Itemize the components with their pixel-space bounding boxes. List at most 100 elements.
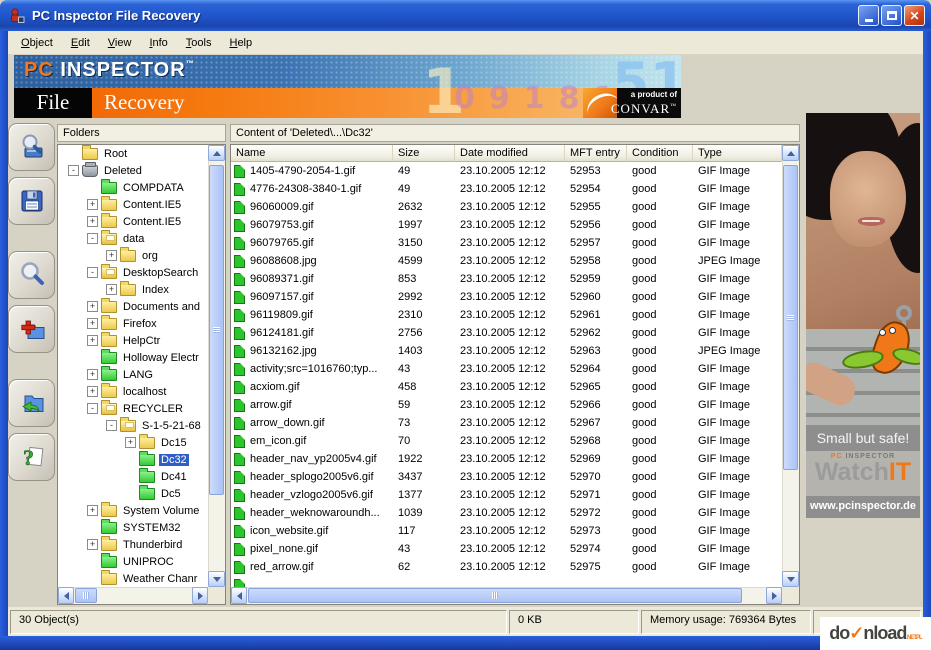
maximize-button[interactable] [881,5,902,26]
restore-button[interactable] [8,379,55,427]
tree-item[interactable]: + Content.IE5 [58,196,208,213]
menu-item[interactable]: Help [220,35,261,51]
tree-item[interactable]: SYSTEM32 [58,519,208,536]
expand-toggle-icon[interactable]: + [87,386,98,397]
title-bar[interactable]: PC Inspector File Recovery ✕ [0,0,931,31]
tree-item[interactable]: + Index [58,281,208,298]
expand-toggle-icon[interactable]: + [106,250,117,261]
scroll-right-button[interactable] [766,587,782,604]
tree-item[interactable]: + Firefox [58,315,208,332]
expand-toggle-icon[interactable]: + [87,369,98,380]
expand-toggle-icon[interactable]: - [87,267,98,278]
tree-item[interactable]: + Content.IE5 [58,213,208,230]
file-row[interactable]: 1405-4790-2054-1.gif 49 23.10.2005 12:12… [231,162,782,180]
file-row[interactable]: header_splogo2005v6.gif 3437 23.10.2005 … [231,468,782,486]
file-row[interactable]: icon_website.gif 117 23.10.2005 12:12 52… [231,522,782,540]
tree-item[interactable]: + Dc15 [58,434,208,451]
menu-item[interactable]: Edit [62,35,99,51]
tree-item[interactable]: + Documents and [58,298,208,315]
tree-item[interactable]: + localhost [58,383,208,400]
file-row[interactable]: 96079753.gif 1997 23.10.2005 12:12 52956… [231,216,782,234]
column-header[interactable]: Type [693,145,782,162]
tree-item[interactable]: + LANG [58,366,208,383]
column-header[interactable]: Date modified [455,145,565,162]
file-row[interactable]: activity;src=1016760;typ... 43 23.10.200… [231,360,782,378]
file-row[interactable]: header_weknowaroundh... 1039 23.10.2005 … [231,504,782,522]
help-button[interactable]: ? [8,433,55,481]
tree-item[interactable]: Dc32 [58,451,208,468]
file-row[interactable]: header_nav_yp2005v4.gif 1922 23.10.2005 … [231,450,782,468]
expand-toggle-icon[interactable]: - [68,165,79,176]
file-row[interactable]: header_vzlogo2005v6.gif 1377 23.10.2005 … [231,486,782,504]
expand-toggle-icon[interactable]: - [87,233,98,244]
tree-item[interactable]: Weather Chanr [58,570,208,587]
file-row[interactable]: 96079765.gif 3150 23.10.2005 12:12 52957… [231,234,782,252]
menu-item[interactable]: Object [12,35,62,51]
file-row[interactable]: 96124181.gif 2756 23.10.2005 12:12 52962… [231,324,782,342]
find-button[interactable] [8,251,55,299]
column-header[interactable]: MFT entry [565,145,627,162]
file-row[interactable]: 96089371.gif 853 23.10.2005 12:12 52959 … [231,270,782,288]
tree-item[interactable]: - data [58,230,208,247]
tree-item[interactable]: + HelpCtr [58,332,208,349]
expand-toggle-icon[interactable]: + [87,505,98,516]
tree-vertical-scrollbar[interactable] [208,145,225,587]
menu-item[interactable]: Tools [177,35,221,51]
scrollbar-thumb[interactable] [783,165,798,470]
list-horizontal-scrollbar[interactable] [231,587,782,604]
expand-toggle-icon[interactable]: + [87,199,98,210]
tree-item[interactable]: - DesktopSearch [58,264,208,281]
file-row[interactable]: 96132162.jpg 1403 23.10.2005 12:12 52963… [231,342,782,360]
scrollbar-thumb[interactable] [209,165,224,495]
file-row[interactable]: em_icon.gif 70 23.10.2005 12:12 52968 go… [231,432,782,450]
tree-item[interactable]: + Thunderbird [58,536,208,553]
expand-toggle-icon[interactable]: + [125,437,136,448]
advertisement-banner[interactable]: Small but safe! PC INSPECTOR WatchIT www… [806,113,920,518]
expand-toggle-icon[interactable]: + [87,318,98,329]
file-row[interactable]: arrow_down.gif 73 23.10.2005 12:12 52967… [231,414,782,432]
tree-item[interactable]: - RECYCLER [58,400,208,417]
scroll-up-button[interactable] [782,145,799,161]
expand-toggle-icon[interactable]: - [87,403,98,414]
file-row[interactable]: 4776-24308-3840-1.gif 49 23.10.2005 12:1… [231,180,782,198]
minimize-button[interactable] [858,5,879,26]
tree-item[interactable]: + System Volume [58,502,208,519]
scroll-left-button[interactable] [231,587,247,604]
column-header[interactable]: Size [393,145,455,162]
tree-item[interactable]: UNIPROC [58,553,208,570]
expand-toggle-icon[interactable]: + [87,335,98,346]
recover-button[interactable] [8,305,55,353]
scroll-down-button[interactable] [782,571,799,587]
column-header[interactable]: Condition [627,145,693,162]
tree-item[interactable]: Dc41 [58,468,208,485]
tree-item[interactable]: COMPDATA [58,179,208,196]
expand-toggle-icon[interactable]: + [106,284,117,295]
tree-horizontal-scrollbar[interactable] [58,587,208,604]
tree-item[interactable]: - S-1-5-21-68 [58,417,208,434]
expand-toggle-icon[interactable]: + [87,301,98,312]
file-row[interactable]: arrow.gif 59 23.10.2005 12:12 52966 good… [231,396,782,414]
file-row[interactable]: 96088608.jpg 4599 23.10.2005 12:12 52958… [231,252,782,270]
file-row[interactable]: pixel_none.gif 43 23.10.2005 12:12 52974… [231,540,782,558]
file-row[interactable]: acxiom.gif 458 23.10.2005 12:12 52965 go… [231,378,782,396]
file-row[interactable]: 96060009.gif 2632 23.10.2005 12:12 52955… [231,198,782,216]
tree-item[interactable]: Root [58,145,208,162]
ad-url[interactable]: www.pcinspector.de [806,496,920,518]
list-vertical-scrollbar[interactable] [782,145,799,587]
scrollbar-thumb[interactable] [75,588,97,603]
close-button[interactable]: ✕ [904,5,925,26]
menu-item[interactable]: View [99,35,141,51]
file-row[interactable]: 96097157.gif 2992 23.10.2005 12:12 52960… [231,288,782,306]
menu-item[interactable]: Info [140,35,176,51]
expand-toggle-icon[interactable]: - [106,420,117,431]
scroll-left-button[interactable] [58,587,74,604]
expand-toggle-icon[interactable]: + [87,216,98,227]
scroll-down-button[interactable] [208,571,225,587]
file-row[interactable]: 96119809.gif 2310 23.10.2005 12:12 52961… [231,306,782,324]
scrollbar-thumb[interactable] [248,588,742,603]
expand-toggle-icon[interactable]: + [87,539,98,550]
file-row[interactable]: red_arrow.gif 62 23.10.2005 12:12 52975 … [231,558,782,576]
tree-item[interactable]: Dc5 [58,485,208,502]
tree-item[interactable]: + org [58,247,208,264]
tree-item[interactable]: Holloway Electr [58,349,208,366]
